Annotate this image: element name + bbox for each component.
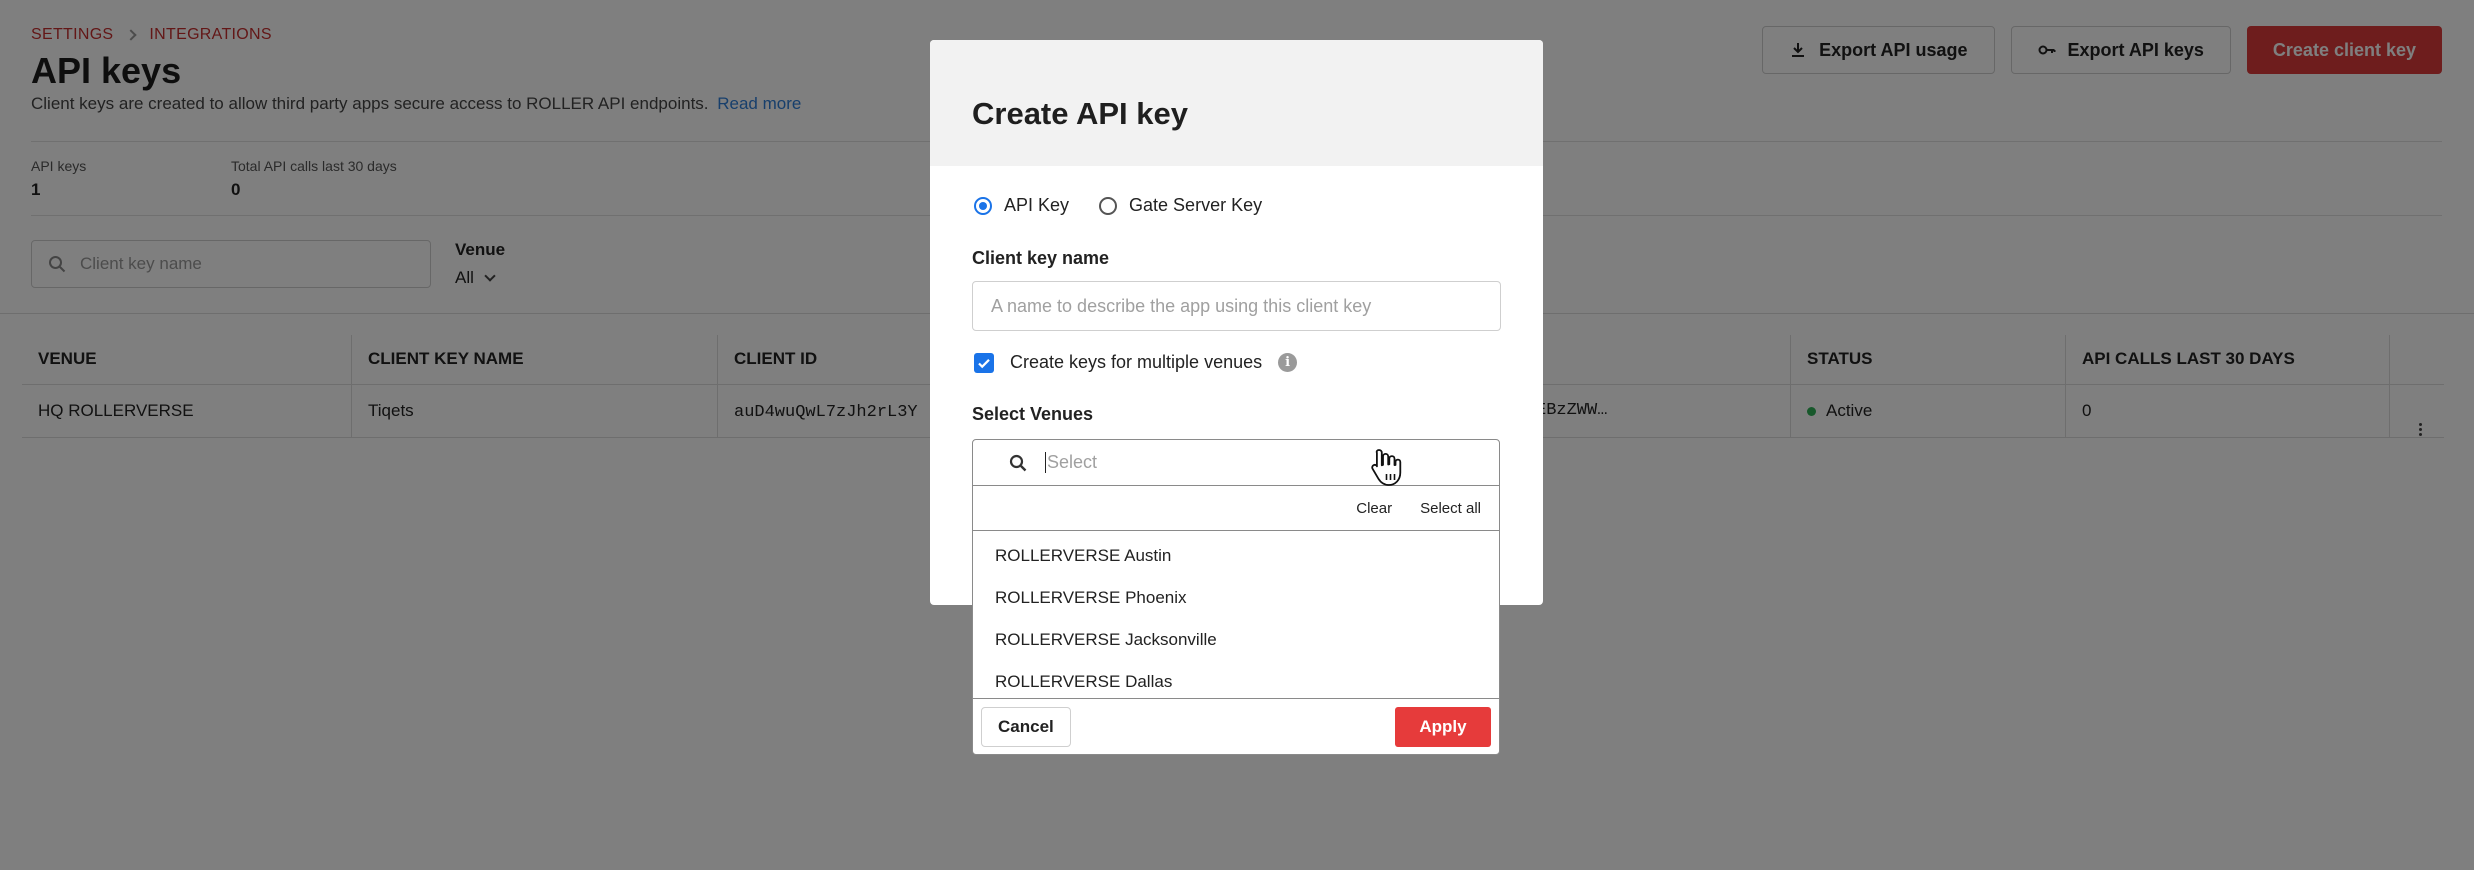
radio-gate-server-key[interactable] — [1099, 196, 1118, 215]
dropdown-footer: Cancel Apply — [973, 698, 1499, 754]
clear-button[interactable]: Clear — [1356, 500, 1392, 517]
apply-button[interactable]: Apply — [1395, 706, 1491, 747]
info-icon[interactable]: i — [1278, 353, 1298, 372]
venue-search-placeholder: Select — [1045, 452, 1098, 473]
venue-option[interactable]: ROLLERVERSE Jacksonville — [973, 619, 1499, 661]
multi-venue-label[interactable]: Create keys for multiple venues — [1010, 352, 1262, 373]
venue-option[interactable]: ROLLERVERSE Phoenix — [973, 577, 1499, 619]
multi-venue-checkbox[interactable] — [974, 352, 994, 373]
client-key-name-placeholder: A name to describe the app using this cl… — [991, 295, 1372, 316]
modal-title: Create API key — [972, 96, 1188, 131]
radio-api-key-label[interactable]: API Key — [1004, 195, 1069, 216]
client-key-name-label: Client key name — [972, 248, 1110, 268]
venue-search-input[interactable]: Select — [973, 440, 1499, 486]
venue-select-dropdown: Select Clear Select all ROLLERVERSE Aust… — [972, 439, 1500, 755]
radio-api-key[interactable] — [974, 196, 992, 215]
client-key-name-input[interactable]: A name to describe the app using this cl… — [972, 281, 1501, 331]
venue-options-list: ROLLERVERSE Austin ROLLERVERSE Phoenix R… — [973, 531, 1499, 703]
radio-gate-server-key-label[interactable]: Gate Server Key — [1129, 195, 1262, 216]
search-icon — [1009, 454, 1027, 471]
venue-option[interactable]: ROLLERVERSE Austin — [973, 535, 1499, 577]
modal-header: Create API key — [930, 40, 1543, 166]
hand-pointer-cursor-icon — [1371, 449, 1402, 486]
key-type-radio-group: API Key Gate Server Key — [974, 195, 1262, 216]
select-venues-label: Select Venues — [972, 404, 1094, 424]
venue-option[interactable]: ROLLERVERSE Dallas — [973, 661, 1499, 703]
cancel-button[interactable]: Cancel — [981, 706, 1071, 747]
select-all-button[interactable]: Select all — [1420, 500, 1481, 517]
multi-venue-checkbox-row: Create keys for multiple venues i — [974, 352, 1298, 373]
checkmark-icon — [978, 358, 990, 368]
dropdown-bulk-actions: Clear Select all — [973, 486, 1499, 531]
